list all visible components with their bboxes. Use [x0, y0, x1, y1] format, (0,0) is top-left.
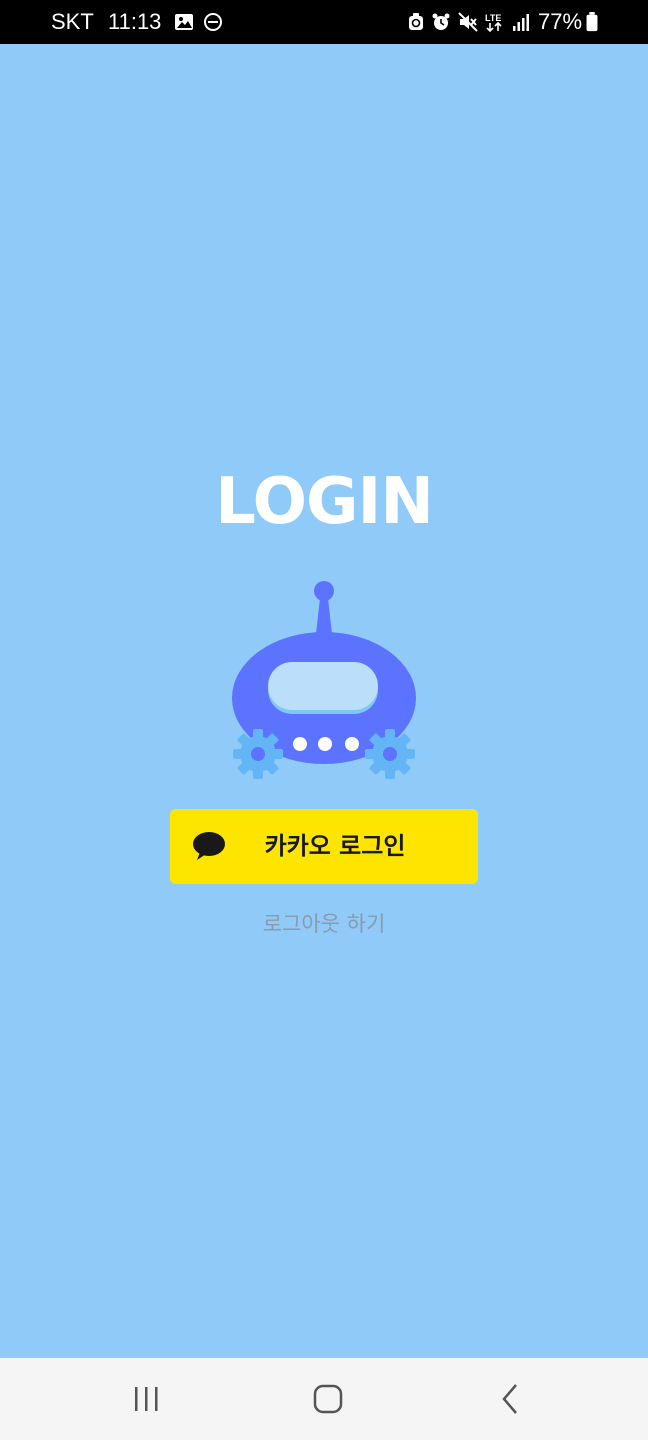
home-button[interactable]: [298, 1378, 358, 1420]
back-icon: [502, 1384, 517, 1414]
svg-text:LTE: LTE: [485, 13, 501, 23]
robot-icon: [232, 581, 416, 779]
alarm-icon: [432, 13, 450, 30]
logout-link[interactable]: 로그아웃 하기: [0, 906, 648, 942]
recent-apps-icon: [135, 1387, 158, 1411]
lte-icon: LTE: [485, 13, 502, 32]
sync-icon: [409, 13, 423, 30]
home-icon: [313, 1384, 343, 1414]
status-bar: SKT 11:13 LTE 77%: [0, 0, 648, 44]
back-button[interactable]: [480, 1378, 540, 1420]
signal-icon: [513, 14, 529, 31]
kakao-login-label: 카카오 로그인: [264, 832, 406, 860]
login-title: LOGIN: [215, 465, 434, 539]
battery-icon: [586, 12, 598, 32]
clock: 11:13: [108, 9, 162, 34]
recent-apps-button[interactable]: [116, 1378, 176, 1420]
mute-icon: [458, 12, 478, 32]
kakao-login-button[interactable]: 카카오 로그인: [170, 809, 478, 884]
dnd-icon: [204, 13, 222, 31]
gallery-icon: [175, 14, 193, 30]
battery-percentage: 77%: [538, 9, 583, 34]
carrier-label: SKT: [51, 9, 94, 34]
navigation-bar: [0, 1358, 648, 1440]
